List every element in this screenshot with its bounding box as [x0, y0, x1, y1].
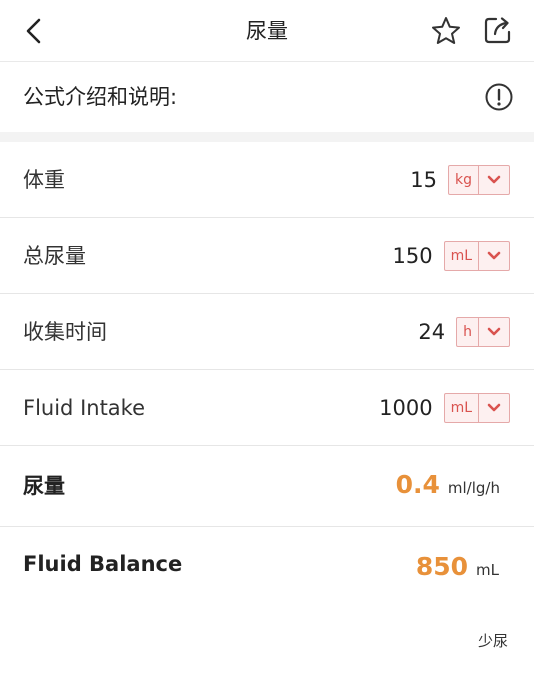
header-bar: 尿量: [0, 0, 534, 62]
input-row-weight: 体重 15 kg: [0, 142, 534, 218]
input-value[interactable]: 24: [418, 320, 445, 344]
unit-label: mL: [445, 394, 479, 422]
input-label: 体重: [23, 168, 65, 192]
input-label: Fluid Intake: [23, 396, 146, 420]
input-label: 总尿量: [23, 244, 86, 268]
input-row-collection-time: 收集时间 24 h: [0, 294, 534, 370]
back-button[interactable]: [18, 14, 50, 48]
section-gap: [0, 132, 534, 142]
result-label: Fluid Balance: [23, 552, 183, 576]
star-icon: [432, 17, 460, 44]
unit-selector[interactable]: mL: [443, 241, 510, 271]
share-button[interactable]: [482, 14, 514, 46]
formula-intro-label: 公式介绍和说明:: [23, 85, 178, 109]
result-unit: ml/lg/h: [447, 479, 500, 497]
unit-selector[interactable]: mL: [443, 393, 510, 423]
info-icon: [485, 83, 513, 111]
info-button[interactable]: [484, 82, 514, 112]
chevron-down-icon: [479, 394, 509, 422]
input-label: 收集时间: [23, 320, 107, 344]
input-row-fluid-intake: Fluid Intake 1000 mL: [0, 370, 534, 446]
unit-label: h: [457, 318, 479, 346]
unit-label: kg: [449, 166, 479, 194]
chevron-down-icon: [479, 166, 509, 194]
result-value: 0.4: [395, 470, 440, 499]
chevron-left-icon: [26, 18, 41, 44]
result-divider: [0, 526, 534, 527]
interpretation-note: 少尿: [477, 632, 508, 650]
chevron-down-icon: [479, 318, 509, 346]
result-label: 尿量: [23, 474, 65, 498]
result-unit: mL: [476, 561, 499, 579]
result-value: 850: [415, 552, 469, 581]
unit-selector[interactable]: h: [456, 317, 510, 347]
input-value[interactable]: 15: [410, 168, 437, 192]
formula-intro-row[interactable]: 公式介绍和说明:: [0, 62, 534, 132]
input-row-total-urine: 总尿量 150 mL: [0, 218, 534, 294]
unit-label: mL: [445, 242, 479, 270]
chevron-down-icon: [479, 242, 509, 270]
unit-selector[interactable]: kg: [448, 165, 510, 195]
input-value[interactable]: 1000: [379, 396, 432, 420]
input-value[interactable]: 150: [392, 244, 432, 268]
share-icon: [484, 17, 511, 44]
favorite-button[interactable]: [430, 15, 462, 47]
